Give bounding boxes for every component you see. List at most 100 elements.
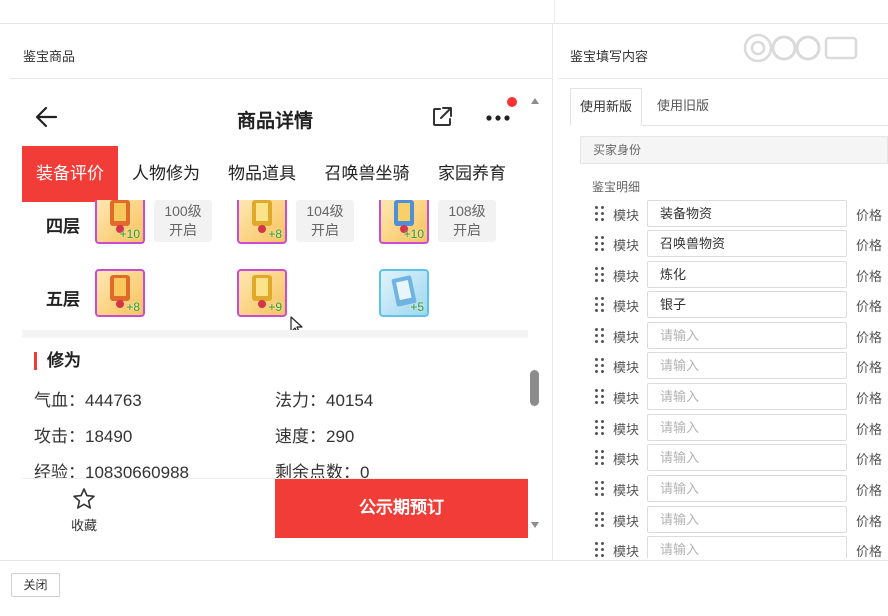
- drag-handle-icon[interactable]: [595, 450, 605, 466]
- module-row: 模块 银子 价格: [592, 291, 888, 319]
- module-input[interactable]: 召唤兽物资: [647, 230, 847, 257]
- unlock-text: 开启: [453, 222, 481, 238]
- module-row: 模块 请输入 价格: [592, 475, 888, 503]
- right-panel-divider: [558, 78, 888, 79]
- module-row: 模块 请输入 价格: [592, 506, 888, 534]
- close-button[interactable]: 关闭: [11, 573, 60, 597]
- cc-live-logo-icon: [743, 33, 858, 63]
- equipment-slot[interactable]: +5: [379, 269, 429, 317]
- price-label: 价格: [856, 360, 883, 375]
- module-label: 模块: [613, 299, 640, 314]
- product-detail-preview: 商品详情 装备评价 人物修为 物品道具 召唤兽坐骑 家园养育 四层 +10 10…: [22, 94, 528, 538]
- top-strip: [0, 0, 888, 24]
- tab-items[interactable]: 物品道具: [218, 146, 306, 202]
- nav-bar: 商品详情: [22, 94, 528, 146]
- share-icon[interactable]: [430, 105, 454, 129]
- more-dots-icon[interactable]: [485, 110, 515, 126]
- tab-new-version[interactable]: 使用新版: [570, 88, 642, 126]
- stat-label: 速度：: [275, 427, 326, 446]
- price-label: 价格: [856, 208, 883, 223]
- equipment-slot[interactable]: +10: [379, 200, 429, 244]
- drag-handle-icon[interactable]: [595, 512, 605, 528]
- module-input[interactable]: 银子: [647, 291, 847, 318]
- price-label: 价格: [856, 544, 883, 558]
- tab-home[interactable]: 家园养育: [428, 146, 516, 202]
- scroll-up-arrow-icon[interactable]: [531, 98, 539, 104]
- left-panel-divider: [10, 78, 553, 79]
- unlock-level: 100级: [164, 203, 202, 219]
- drag-handle-icon[interactable]: [595, 358, 605, 374]
- module-input[interactable]: 请输入: [647, 506, 847, 533]
- drag-handle-icon[interactable]: [595, 236, 605, 252]
- price-label: 价格: [856, 514, 883, 529]
- reserve-button[interactable]: 公示期预订: [275, 479, 528, 538]
- stat-hp: 气血：444763: [34, 386, 142, 411]
- tab-equipment[interactable]: 装备评价: [22, 146, 118, 202]
- unlock-badge: 100级 开启: [154, 200, 212, 242]
- module-label: 模块: [613, 330, 640, 345]
- bottom-action-bar: 收藏 公示期预订: [22, 478, 528, 538]
- drag-handle-icon[interactable]: [595, 481, 605, 497]
- stat-attack: 攻击：18490: [34, 422, 132, 447]
- module-row: 模块 请输入 价格: [592, 414, 888, 442]
- unlock-level: 108级: [448, 203, 486, 219]
- star-outline-icon[interactable]: [72, 487, 96, 511]
- module-row: 模块 请输入 价格: [592, 322, 888, 350]
- drag-handle-icon[interactable]: [595, 267, 605, 283]
- price-label: 价格: [856, 452, 883, 467]
- layer-label: 五层: [46, 290, 80, 309]
- module-label: 模块: [613, 208, 640, 223]
- equipment-slot[interactable]: +8: [95, 269, 145, 317]
- favorite-label[interactable]: 收藏: [62, 515, 106, 534]
- equipment-slot[interactable]: +10: [95, 200, 145, 244]
- stat-label: 法力：: [275, 391, 326, 410]
- drag-handle-icon[interactable]: [595, 206, 605, 222]
- equipment-slot[interactable]: +8: [237, 200, 287, 244]
- module-input[interactable]: 请输入: [647, 352, 847, 379]
- module-input[interactable]: 请输入: [647, 444, 847, 471]
- preview-scrollbar[interactable]: [528, 94, 542, 538]
- stat-value: 290: [326, 427, 355, 446]
- module-label: 模块: [613, 452, 640, 467]
- drag-handle-icon[interactable]: [595, 420, 605, 436]
- price-label: 价格: [856, 269, 883, 284]
- module-input[interactable]: 请输入: [647, 475, 847, 502]
- price-label: 价格: [856, 422, 883, 437]
- enhance-level: +8: [126, 300, 140, 314]
- scroll-thumb[interactable]: [530, 370, 539, 406]
- buyer-identity-section[interactable]: 买家身份: [580, 136, 888, 164]
- tab-old-version[interactable]: 使用旧版: [646, 88, 720, 126]
- scroll-down-arrow-icon[interactable]: [531, 522, 539, 528]
- module-input[interactable]: 请输入: [647, 322, 847, 349]
- stat-speed: 速度：290: [275, 422, 354, 447]
- module-label: 模块: [613, 269, 640, 284]
- equipment-slot[interactable]: +9: [237, 269, 287, 317]
- drag-handle-icon[interactable]: [595, 542, 605, 558]
- module-input[interactable]: 请输入: [647, 536, 847, 558]
- dialog-footer: 关闭: [0, 560, 888, 616]
- drag-handle-icon[interactable]: [595, 328, 605, 344]
- drag-handle-icon[interactable]: [595, 297, 605, 313]
- module-label: 模块: [613, 514, 640, 529]
- detail-label: 鉴宝明细: [592, 180, 641, 194]
- module-label: 模块: [613, 360, 640, 375]
- category-tabs: 装备评价 人物修为 物品道具 召唤兽坐骑 家园养育: [22, 146, 528, 202]
- version-tabs: 使用新版 使用旧版: [570, 88, 888, 126]
- stat-value: 444763: [85, 391, 142, 410]
- module-input[interactable]: 请输入: [647, 383, 847, 410]
- price-label: 价格: [856, 238, 883, 253]
- tab-summons[interactable]: 召唤兽坐骑: [314, 146, 420, 202]
- module-input[interactable]: 装备物资: [647, 200, 847, 227]
- module-input[interactable]: 炼化: [647, 261, 847, 288]
- tab-character[interactable]: 人物修为: [122, 146, 210, 202]
- enhance-level: +5: [410, 300, 424, 314]
- unlock-level: 104级: [306, 203, 344, 219]
- module-label: 模块: [613, 422, 640, 437]
- drag-handle-icon[interactable]: [595, 389, 605, 405]
- module-input[interactable]: 请输入: [647, 414, 847, 441]
- stat-value: 40154: [326, 391, 374, 410]
- price-label: 价格: [856, 391, 883, 406]
- module-row: 模块 请输入 价格: [592, 444, 888, 472]
- module-label: 模块: [613, 483, 640, 498]
- stat-value: 18490: [85, 427, 133, 446]
